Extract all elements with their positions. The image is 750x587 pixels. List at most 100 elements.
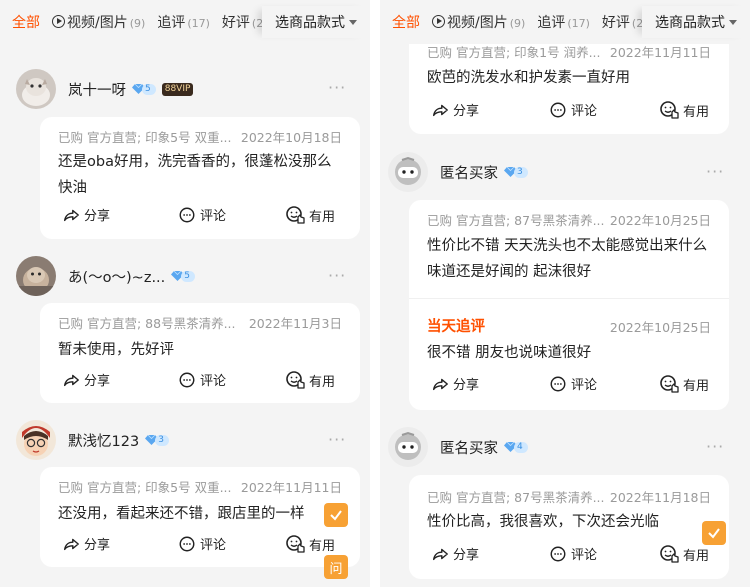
- ask-float-button[interactable]: 问: [324, 555, 348, 579]
- more-options-icon[interactable]: ···: [328, 266, 346, 285]
- tab-media[interactable]: 视频/图片 (9): [432, 12, 525, 32]
- tab-all[interactable]: 全部: [12, 12, 40, 32]
- purchase-info: 已购 官方直营; 印象5号 双重...: [58, 130, 232, 145]
- reviewer[interactable]: 匿名买家 3: [388, 152, 528, 192]
- sku-filter-dropdown[interactable]: 选商品款式: [262, 6, 370, 38]
- review-card: 已购 官方直营; 印象5号 双重... 2022年11月11日 还没用，看起来还…: [40, 467, 360, 567]
- review-card: 已购 官方直营; 印象5号 双重... 2022年10月18日 还是oba好用，…: [40, 117, 360, 239]
- reviewer[interactable]: あ(～o～)~z... 5: [16, 256, 196, 296]
- comment-icon: [178, 535, 196, 553]
- share-icon: [62, 206, 80, 224]
- thumbs-up-smile-icon: [659, 100, 679, 120]
- review-text: 性价比不错 天天洗头也不太能感觉出来什么 味道还是好闻的 起沫很好: [427, 238, 708, 280]
- play-icon: [52, 15, 65, 28]
- filter-tabs: 全部 视频/图片(9) 追评(17) 好评(211 选商品款式: [0, 0, 370, 44]
- thumbs-up-smile-icon: [285, 534, 305, 554]
- share-button[interactable]: 分享: [62, 205, 110, 224]
- thumbs-up-smile-icon: [659, 544, 679, 564]
- comment-icon: [549, 545, 567, 563]
- more-options-icon[interactable]: ···: [328, 78, 346, 97]
- member-level-badge: 4: [504, 441, 528, 453]
- purchase-info: 已购 官方直营; 87号黑茶清养...: [427, 490, 605, 505]
- followup-date: 2022年10月25日: [609, 320, 711, 335]
- username[interactable]: 匿名买家: [440, 437, 498, 458]
- followup-label: 当天追评: [427, 319, 485, 335]
- comment-button[interactable]: 评论: [178, 534, 226, 553]
- review-date: 2022年10月25日: [609, 213, 711, 228]
- useful-button[interactable]: 有用: [285, 534, 335, 554]
- avatar[interactable]: [388, 427, 428, 467]
- avatar[interactable]: [16, 69, 56, 109]
- review-actions: 分享 评论 有用: [40, 205, 360, 229]
- checklist-float-button[interactable]: [324, 503, 348, 527]
- username[interactable]: 匿名买家: [440, 162, 498, 183]
- purchase-info: 已购 官方直营; 印象5号 双重...: [58, 480, 232, 495]
- useful-button[interactable]: 有用: [659, 100, 709, 120]
- comment-icon: [178, 371, 196, 389]
- tab-followup[interactable]: 追评 (17): [157, 12, 210, 32]
- more-options-icon[interactable]: ···: [706, 437, 724, 456]
- member-level-badge: 5: [171, 270, 196, 282]
- comment-button[interactable]: 评论: [178, 370, 226, 389]
- vip-badge: 88VIP: [161, 82, 194, 96]
- more-options-icon[interactable]: ···: [328, 430, 346, 449]
- divider: [409, 298, 729, 299]
- comment-button[interactable]: 评论: [178, 205, 226, 224]
- filter-tabs: 全部 视频/图片(9) 追评(17) 好评(211 选商品款式: [380, 0, 750, 44]
- member-level-badge: 5: [132, 83, 156, 95]
- sku-filter-dropdown[interactable]: 选商品款式: [642, 6, 750, 38]
- comment-icon: [178, 206, 196, 224]
- share-button[interactable]: 分享: [431, 374, 479, 393]
- review-date: 2022年11月11日: [240, 480, 342, 495]
- purchase-info: 已购 官方直营; 87号黑茶清养...: [427, 213, 605, 228]
- purchase-info: 已购 官方直营; 88号黑茶清养...: [58, 316, 236, 331]
- review-card: 已购 官方直营; 88号黑茶清养... 2022年11月3日 暂未使用，先好评 …: [40, 303, 360, 403]
- avatar[interactable]: [388, 152, 428, 192]
- share-button[interactable]: 分享: [62, 370, 110, 389]
- reviewer[interactable]: 匿名买家 4: [388, 427, 528, 467]
- purchase-info: 已购 官方直营; 印象1号 润养...: [427, 45, 601, 60]
- share-icon: [431, 375, 449, 393]
- useful-button[interactable]: 有用: [285, 205, 335, 225]
- comment-button[interactable]: 评论: [549, 100, 597, 119]
- thumbs-up-smile-icon: [285, 205, 305, 225]
- comment-button[interactable]: 评论: [549, 544, 597, 563]
- more-options-icon[interactable]: ···: [706, 162, 724, 181]
- comment-icon: [549, 375, 567, 393]
- review-date: 2022年11月3日: [248, 316, 342, 331]
- reviewer[interactable]: 岚十一呀 5 88VIP: [16, 69, 194, 109]
- username[interactable]: 默浅忆123: [68, 430, 139, 451]
- followup-text: 很不错 朋友也说味道很好: [427, 345, 592, 361]
- review-text: 性价比高，我很喜欢，下次还会光临: [427, 514, 659, 530]
- share-button[interactable]: 分享: [431, 100, 479, 119]
- username[interactable]: あ(～o～)~z...: [68, 266, 165, 287]
- share-icon: [62, 371, 80, 389]
- review-text: 还是oba好用，洗完香香的，很蓬松没那么 快油: [58, 154, 332, 196]
- useful-button[interactable]: 有用: [659, 544, 709, 564]
- useful-button[interactable]: 有用: [285, 370, 335, 390]
- review-text: 欧芭的洗发水和护发素一直好用: [427, 70, 630, 86]
- share-button[interactable]: 分享: [62, 534, 110, 553]
- member-level-badge: 3: [145, 434, 169, 446]
- tab-all[interactable]: 全部: [392, 12, 420, 32]
- useful-button[interactable]: 有用: [659, 374, 709, 394]
- review-text: 还没用，看起来还不错，跟店里的一样: [58, 506, 305, 522]
- thumbs-up-smile-icon: [285, 370, 305, 390]
- review-date: 2022年11月18日: [609, 490, 711, 505]
- check-icon: [330, 510, 342, 521]
- share-button[interactable]: 分享: [431, 544, 479, 563]
- review-card: 已购 官方直营; 87号黑茶清养... 2022年10月25日 性价比不错 天天…: [409, 200, 729, 410]
- review-date: 2022年11月11日: [609, 45, 711, 60]
- play-icon: [432, 15, 445, 28]
- username[interactable]: 岚十一呀: [68, 79, 126, 100]
- tab-followup[interactable]: 追评 (17): [537, 12, 590, 32]
- avatar[interactable]: [16, 256, 56, 296]
- review-card: 已购 官方直营; 87号黑茶清养... 2022年11月18日 性价比高，我很喜…: [409, 475, 729, 579]
- reviewer[interactable]: 默浅忆123 3: [16, 420, 169, 460]
- avatar[interactable]: [16, 420, 56, 460]
- comment-button[interactable]: 评论: [549, 374, 597, 393]
- caret-down-icon: [349, 19, 357, 25]
- tab-media[interactable]: 视频/图片 (9): [52, 12, 145, 32]
- check-icon: [708, 528, 720, 539]
- checklist-float-button[interactable]: [702, 521, 726, 545]
